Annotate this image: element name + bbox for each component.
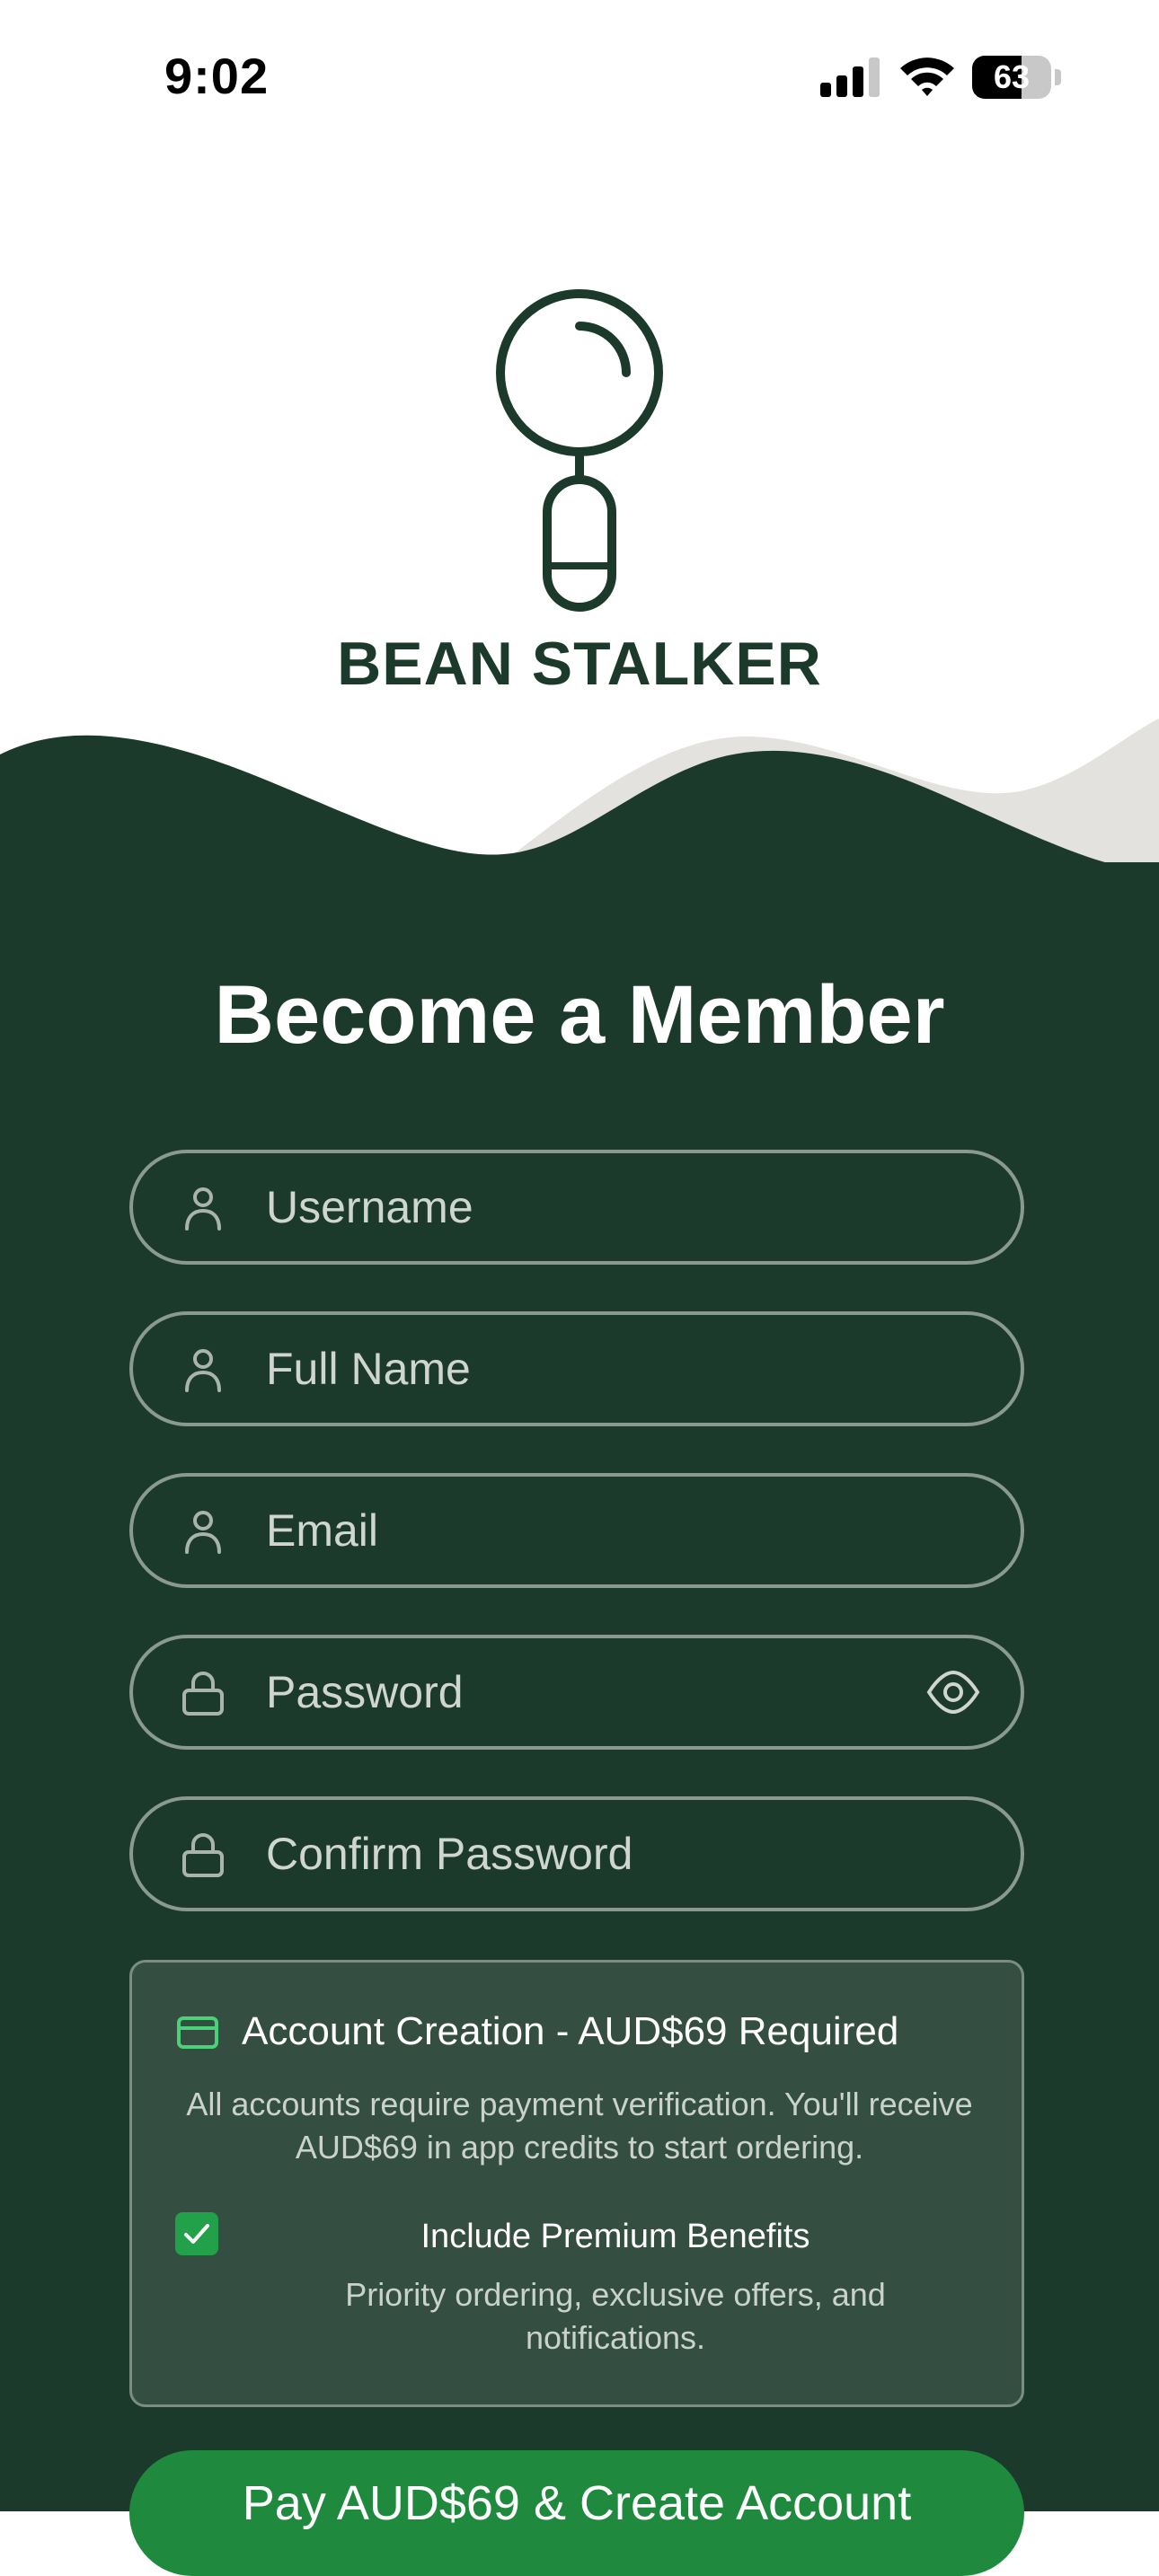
premium-benefits-label: Include Premium Benefits [420,2218,810,2255]
full-name-field[interactable]: Full Name [129,1311,1024,1426]
user-icon [185,1187,221,1231]
bean-stalker-logo-icon [496,289,663,612]
full-name-placeholder: Full Name [266,1344,471,1394]
payment-description: All accounts require payment verificatio… [186,2086,973,2166]
pay-and-create-account-button[interactable]: Pay AUD$69 & Create Account [129,2450,1024,2576]
wave-divider [0,719,1159,880]
credit-card-icon [177,2016,218,2049]
confirm-password-placeholder: Confirm Password [266,1829,633,1879]
premium-benefits-description: Priority ordering, exclusive offers, and… [345,2276,886,2356]
user-icon [185,1349,221,1392]
payment-title: Account Creation - AUD$69 Required [242,2009,899,2053]
form-title: Become a Member [214,969,945,1061]
pay-button-label: Pay AUD$69 & Create Account [242,2476,912,2530]
lock-icon [182,1672,224,1716]
checkmark-icon [184,2224,209,2244]
confirm-password-field[interactable]: Confirm Password [129,1796,1024,1911]
username-field[interactable]: Username [129,1150,1024,1265]
premium-benefits-checkbox[interactable] [175,2212,218,2255]
brand-name: BEAN STALKER [337,630,822,698]
lock-icon [182,1833,224,1877]
payment-info-card: Account Creation - AUD$69 Required All a… [129,1960,1024,2407]
username-placeholder: Username [266,1182,473,1232]
battery-level: 63 [993,58,1031,95]
password-placeholder: Password [266,1667,464,1717]
status-time: 9:02 [164,48,270,104]
battery-icon: 63 [972,56,1062,99]
password-field[interactable]: Password [129,1635,1024,1750]
user-icon [185,1511,221,1554]
cellular-signal-icon [820,57,880,97]
email-field[interactable]: Email [129,1473,1024,1588]
wifi-icon [900,57,954,96]
email-placeholder: Email [266,1505,379,1556]
eye-icon[interactable] [925,1669,981,1716]
status-bar: 9:02 63 [0,0,1159,153]
